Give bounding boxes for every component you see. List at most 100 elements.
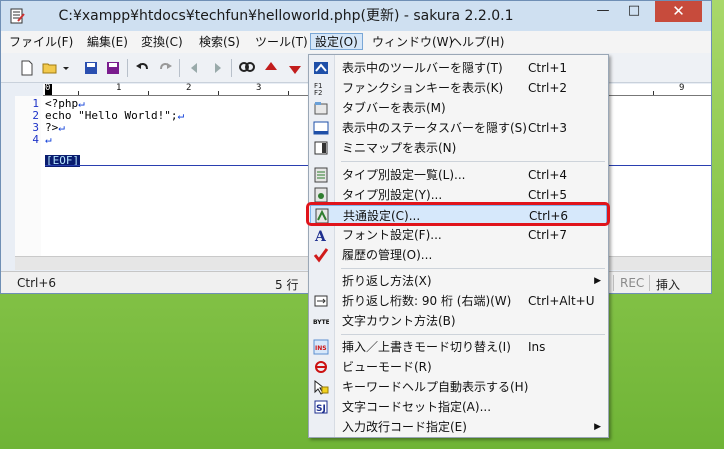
redo-icon[interactable] [157, 60, 173, 76]
menu-file[interactable]: ファイル(F) [5, 34, 77, 51]
menu-item-label: フォント設定(F)... [342, 228, 442, 242]
menu-item-tabbar[interactable]: タブバーを表示(M) [310, 98, 607, 118]
ruler-tick [653, 91, 654, 95]
menu-edit[interactable]: 編集(E) [83, 34, 132, 51]
menu-item-label: ビューモード(R) [342, 360, 432, 374]
line-number: 4 [32, 133, 39, 146]
highlight-annotation-box [306, 202, 610, 226]
ruler-number: 3 [256, 83, 262, 93]
ruler-number: 0 [45, 83, 51, 93]
menu-item-history[interactable]: 履歴の管理(O)... [310, 245, 607, 265]
menu-item-label: キーワードヘルプ自動表示する(H) [342, 380, 529, 394]
menu-item-shortcut: Ctrl+Alt+U [528, 294, 595, 308]
menu-separator [341, 334, 605, 335]
charset-icon: SJ [314, 400, 328, 414]
view-mode-icon [315, 361, 327, 373]
menu-item-label: 折り返し桁数: 90 桁 (右端)(W) [342, 294, 512, 308]
jump-back-icon[interactable] [187, 60, 203, 76]
minimap-icon [314, 141, 328, 155]
svg-text:F2: F2 [314, 89, 322, 96]
menu-item-char-count[interactable]: BYTE 文字カウント方法(B) [310, 311, 607, 331]
save-all-icon[interactable] [105, 60, 121, 76]
tabbar-icon [314, 102, 328, 115]
find-next-icon[interactable] [287, 60, 303, 76]
find-prev-icon[interactable] [263, 60, 279, 76]
jump-forward-icon[interactable] [209, 60, 225, 76]
ruler-number: 2 [186, 83, 192, 93]
menu-settings[interactable]: 設定(O) [310, 33, 363, 50]
menu-item-shortcut: Ins [528, 340, 546, 354]
menu-window[interactable]: ウィンドウ(W) [368, 34, 457, 51]
ruler-tick [78, 91, 79, 95]
type-list-icon [314, 167, 328, 183]
save-icon[interactable] [83, 60, 99, 76]
statusbar-icon [313, 121, 329, 135]
line-number-gutter: 1 2 3 4 [15, 96, 41, 256]
menu-item-label: ミニマップを表示(N) [342, 141, 457, 155]
menu-item-view-mode[interactable]: ビューモード(R) [310, 357, 607, 377]
menu-item-shortcut: Ctrl+2 [528, 81, 568, 95]
menu-convert[interactable]: 変換(C) [137, 34, 187, 51]
menu-bar: ファイル(F) 編集(E) 変換(C) 検索(S) ツール(T) 設定(O) ウ… [1, 31, 711, 53]
undo-icon[interactable] [135, 60, 151, 76]
toolbar-icon [314, 62, 328, 74]
dropdown-arrow-icon[interactable] [61, 60, 71, 76]
line-end-mark: ↵ [45, 133, 52, 146]
menu-item-charset[interactable]: SJ 文字コードセット指定(A)... [310, 397, 607, 417]
status-rec: REC [620, 276, 645, 290]
menu-item-label: 入力改行コード指定(E) [342, 420, 467, 434]
svg-text:A: A [314, 229, 327, 243]
menu-search[interactable]: 検索(S) [195, 34, 244, 51]
menu-item-label: 挿入／上書きモード切り替え(I) [342, 340, 511, 354]
window-title: C:¥xampp¥htdocs¥techfun¥helloworld.php(更… [58, 8, 514, 24]
menu-item-label: 履歴の管理(O)... [342, 248, 433, 262]
title-bar: C:¥xampp¥htdocs¥techfun¥helloworld.php(更… [1, 1, 711, 31]
line-end-mark: ↵ [177, 109, 185, 122]
ruler-tick [288, 91, 289, 95]
menu-item-label: タイプ別設定一覧(L)... [342, 168, 466, 182]
status-insert-mode: 挿入 [656, 278, 681, 292]
new-file-icon[interactable] [19, 60, 35, 76]
menu-help[interactable]: ヘルプ(H) [446, 34, 508, 51]
byte-count-icon: BYTE [313, 319, 329, 326]
menu-item-wrap-width[interactable]: 折り返し桁数: 90 桁 (右端)(W) Ctrl+Alt+U [310, 291, 607, 311]
svg-text:INS: INS [315, 345, 327, 352]
ruler-number: 9 [679, 83, 685, 93]
status-row: 5 行 [275, 278, 299, 292]
close-button[interactable]: ✕ [655, 1, 702, 22]
menu-item-shortcut: Ctrl+7 [528, 228, 568, 242]
toolbar-separator [231, 59, 232, 77]
toolbar-separator [127, 59, 128, 77]
function-key-icon: F1F2 [314, 82, 322, 96]
menu-item-keyword-help[interactable]: キーワードヘルプ自動表示する(H) [310, 377, 607, 397]
ruler-tick [148, 91, 149, 95]
search-icon[interactable] [239, 60, 255, 76]
minimize-button[interactable]: — [589, 1, 617, 22]
menu-item-newline-code[interactable]: 入力改行コード指定(E) ▶ [310, 417, 607, 437]
menu-separator [341, 161, 605, 162]
menu-item-hide-statusbar[interactable]: 表示中のステータスバーを隠す(S) Ctrl+3 [310, 118, 607, 138]
menu-item-function-keys[interactable]: F1 F2 ファンクションキーを表示(K) Ctrl+2 [310, 78, 607, 98]
menu-item-insert-overwrite[interactable]: INS 挿入／上書きモード切り替え(I) Ins [310, 337, 607, 357]
maximize-button[interactable]: □ [620, 1, 648, 22]
menu-item-hide-toolbar[interactable]: 表示中のツールバーを隠す(T) Ctrl+1 [310, 58, 607, 78]
svg-text:SJ: SJ [316, 404, 326, 414]
menu-item-label: 文字カウント方法(B) [342, 314, 456, 328]
code-line: ↵ [45, 134, 52, 146]
menu-item-label: 表示中のステータスバーを隠す(S) [342, 121, 527, 135]
menu-item-wrap-method[interactable]: 折り返し方法(X) ▶ [310, 271, 607, 291]
menu-item-font-settings[interactable]: A フォント設定(F)... Ctrl+7 [310, 225, 607, 245]
settings-dropdown-menu: 表示中のツールバーを隠す(T) Ctrl+1 F1 F2 ファンクションキーを表示… [308, 54, 609, 438]
open-folder-icon[interactable] [42, 60, 58, 76]
menu-item-label: 表示中のツールバーを隠す(T) [342, 61, 503, 75]
checkmark-icon [313, 248, 329, 263]
ruler-tick [218, 91, 219, 95]
line-end-mark: ↵ [58, 121, 65, 134]
menu-item-label: 折り返し方法(X) [342, 274, 432, 288]
svg-text:BYTE: BYTE [313, 319, 329, 326]
menu-item-minimap[interactable]: ミニマップを表示(N) [310, 138, 607, 158]
submenu-arrow-icon: ▶ [594, 276, 601, 286]
insert-mode-icon: INS [313, 339, 329, 355]
menu-tools[interactable]: ツール(T) [251, 34, 312, 51]
menu-item-type-list[interactable]: タイプ別設定一覧(L)... Ctrl+4 [310, 165, 607, 185]
